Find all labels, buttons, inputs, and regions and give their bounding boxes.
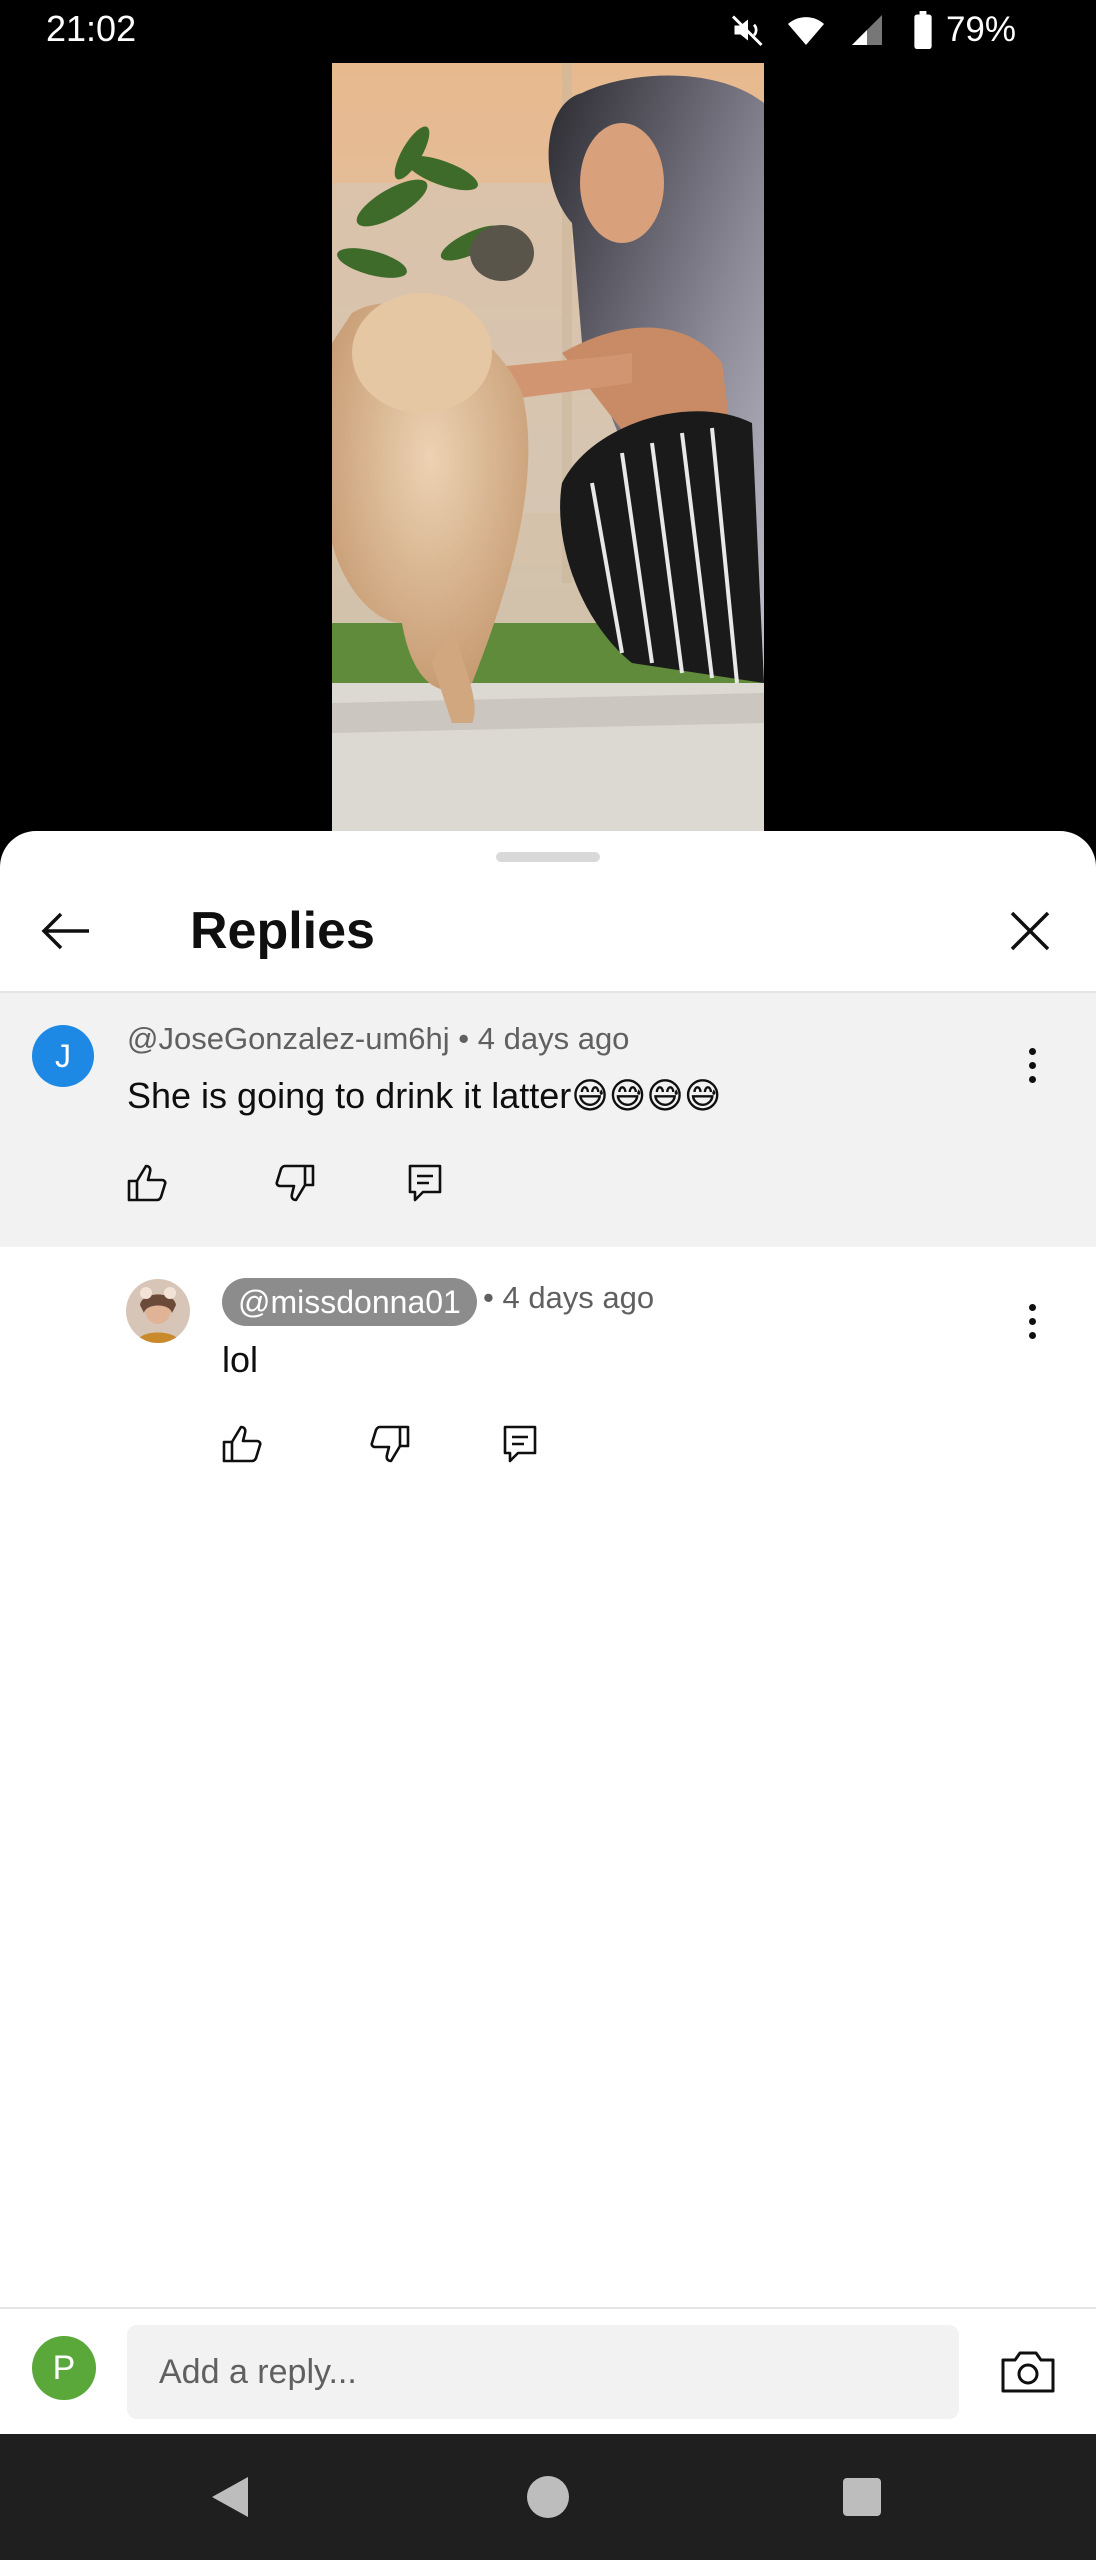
nav-recents-button[interactable] (822, 2457, 902, 2537)
mute-icon (731, 15, 763, 47)
arrow-left-icon (41, 912, 89, 950)
square-recents-icon (843, 2478, 881, 2516)
comment-time: • 4 days ago (449, 1021, 630, 1056)
avatar[interactable] (126, 1279, 190, 1343)
status-icons: 79% (730, 10, 1016, 50)
sheet-header: Replies (0, 871, 1096, 991)
triangle-back-icon (212, 2477, 248, 2517)
comment-author[interactable]: @JoseGonzalez-um6hj (127, 1021, 450, 1056)
nav-home-button[interactable] (508, 2457, 588, 2537)
comment-icon (408, 1164, 442, 1202)
comment-meta: @JoseGonzalez-um6hj • 4 days ago (127, 1021, 629, 1057)
avatar[interactable]: J (32, 1025, 94, 1087)
comment-more-button[interactable] (1002, 1030, 1062, 1100)
profile-photo (126, 1279, 190, 1343)
back-button[interactable] (28, 893, 104, 969)
reply-button[interactable] (490, 1414, 550, 1474)
drag-handle[interactable] (496, 852, 600, 862)
current-user-avatar[interactable]: P (32, 2336, 96, 2400)
reply-text: lol (222, 1339, 259, 1380)
status-time: 21:02 (46, 8, 137, 49)
reply-time: • 4 days ago (483, 1280, 655, 1315)
circle-home-icon (527, 2476, 569, 2518)
system-nav-bar (0, 2434, 1096, 2560)
sheet-title: Replies (190, 902, 375, 960)
reply-author-chip[interactable]: @missdonna01 (222, 1278, 477, 1326)
like-button[interactable] (212, 1414, 272, 1474)
cell-signal-icon (851, 15, 882, 45)
comment-text: She is going to drink it latter😅😅😅😅 (127, 1075, 722, 1116)
video-frame-image (332, 63, 764, 831)
reply-bar-divider (0, 2307, 1096, 2309)
battery-icon (914, 11, 932, 49)
reply-more-button[interactable] (1002, 1286, 1062, 1356)
replies-sheet: Replies J @JoseGonzalez-um6hj • 4 days a… (0, 831, 1096, 2434)
thumbs-up-icon (127, 1164, 167, 1202)
battery-percent: 79% (945, 10, 1016, 49)
camera-icon (1001, 2351, 1055, 2393)
video-player[interactable] (332, 63, 764, 831)
like-button[interactable] (117, 1153, 177, 1213)
reply-button[interactable] (395, 1153, 455, 1213)
reply-input[interactable] (127, 2325, 959, 2419)
parent-comment: J @JoseGonzalez-um6hj • 4 days ago She i… (0, 993, 1096, 1247)
dislike-button[interactable] (360, 1414, 420, 1474)
close-button[interactable] (992, 893, 1068, 969)
thumbs-down-icon (275, 1164, 315, 1202)
reply-comment: @missdonna01 • 4 days ago lol (0, 1247, 1096, 1507)
status-bar: 21:02 79% (0, 0, 1096, 62)
nav-back-button[interactable] (190, 2457, 270, 2537)
comment-icon (503, 1425, 537, 1463)
camera-button[interactable] (990, 2334, 1066, 2410)
close-icon (1010, 911, 1050, 951)
wifi-icon (787, 17, 824, 45)
thumbs-down-icon (370, 1425, 410, 1463)
thumbs-up-icon (222, 1425, 262, 1463)
dislike-button[interactable] (265, 1153, 325, 1213)
